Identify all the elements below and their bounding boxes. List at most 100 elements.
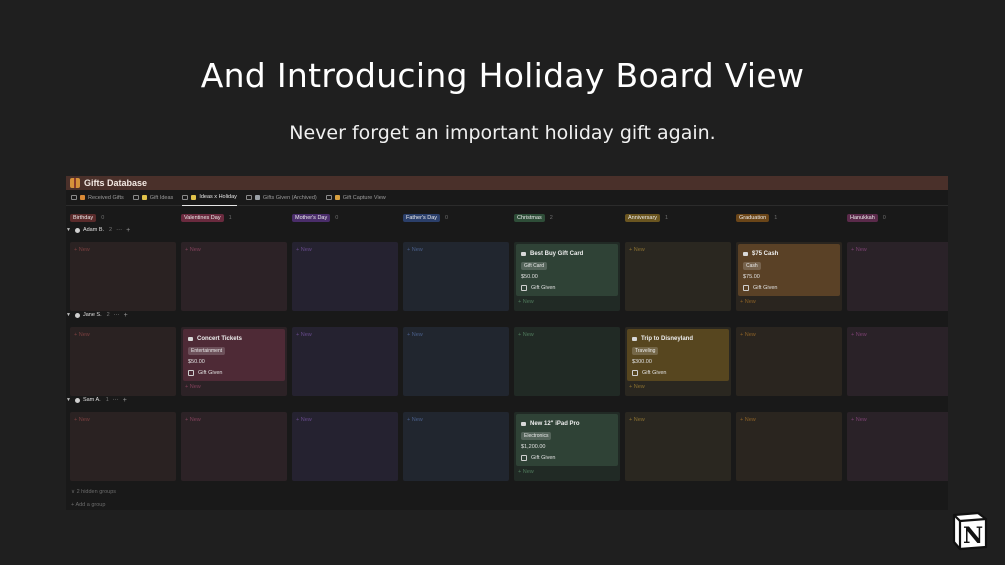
checkbox-icon[interactable] [632,370,638,376]
column-valentines-day[interactable]: Valentines Day 1 [181,213,232,223]
new-label: New [411,332,423,338]
add-icon[interactable]: + [126,227,130,234]
add-icon[interactable]: + [124,312,128,319]
new-card-button[interactable]: + New [296,417,312,423]
gift-given-checkbox[interactable]: Gift Given [188,370,222,376]
checkbox-icon[interactable] [743,285,749,291]
collapse-caret-icon[interactable]: ▼ [66,312,71,318]
column-hanukkah[interactable]: Hanukkah 0 [847,213,886,223]
new-card-button[interactable]: + New [629,384,645,390]
new-card-button[interactable]: + New [185,384,201,390]
checkbox-icon[interactable] [188,370,194,376]
new-card-button[interactable]: + New [296,247,312,253]
new-card-button[interactable]: + New [740,299,756,305]
new-card-button[interactable]: + New [407,247,423,253]
new-card-button[interactable]: + New [851,332,867,338]
view-emoji-icon [141,195,147,200]
gift-price: $1,200.00 [521,444,546,450]
tab-gift-ideas[interactable]: Gift Ideas [132,190,174,206]
gift-given-checkbox[interactable]: Gift Given [521,285,555,291]
card-title: Best Buy Gift Card [521,251,583,257]
gift-given-checkbox[interactable]: Gift Given [743,285,777,291]
board-cell: Concert Tickets Entertainment $50.00 Gift G… [181,327,287,396]
column-birthday[interactable]: Birthday 0 [70,213,104,223]
column-count: 2 [549,215,553,221]
column-count: 0 [445,215,449,221]
table-view-icon [245,195,252,200]
more-options-icon[interactable]: ··· [114,312,120,318]
gift-card[interactable]: Best Buy Gift Card Gift Card $50.00 Gift Gi… [516,244,618,296]
new-card-button[interactable]: + New [629,417,645,423]
tab-label: Gift Ideas [149,194,174,201]
gift-given-checkbox[interactable]: Gift Given [521,455,555,461]
view-emoji-icon [254,195,260,200]
gift-card[interactable]: $75 Cash Cash $75.00 Gift Given [738,244,840,296]
new-card-button[interactable]: + New [74,332,90,338]
card-title: New 12" iPad Pro [521,421,580,427]
group-header[interactable]: ▼ Adam B. 2 ··· + [66,225,130,235]
database-title[interactable]: Gifts Database [84,178,147,188]
new-card-button[interactable]: + New [407,417,423,423]
column-mother-s-day[interactable]: Mother's Day 0 [292,213,338,223]
more-options-icon[interactable]: ··· [116,227,122,233]
column-count: 0 [101,215,105,221]
column-label: Father's Day [403,214,441,222]
card-title: $75 Cash [743,251,778,257]
new-card-button[interactable]: + New [740,417,756,423]
add-icon[interactable]: + [123,397,127,404]
new-label: New [744,299,756,305]
tab-ideas-x-holiday[interactable]: Ideas x Holiday [182,190,237,206]
column-christmas[interactable]: Christmas 2 [514,213,553,223]
gift-card[interactable]: Trip to Disneyland Traveling $300.00 Gift G… [627,329,729,381]
new-card-button[interactable]: + New [851,417,867,423]
group-header[interactable]: ▼ Sam A. 1 ··· + [66,395,127,405]
new-card-button[interactable]: + New [518,332,534,338]
new-card-button[interactable]: + New [296,332,312,338]
new-card-button[interactable]: + New [407,332,423,338]
tab-label: Received Gifts [88,194,124,201]
new-card-button[interactable]: + New [74,247,90,253]
gift-price: $50.00 [188,359,205,365]
column-anniversary[interactable]: Anniversary 1 [625,213,668,223]
new-card-button[interactable]: + New [518,299,534,305]
column-father-s-day[interactable]: Father's Day 0 [403,213,448,223]
group-count: 2 [106,312,110,318]
board-cell: + New [292,412,398,481]
hidden-groups-toggle[interactable]: ∨ 2 hidden groups [71,489,116,495]
new-card-button[interactable]: + New [74,417,90,423]
new-card-button[interactable]: + New [629,247,645,253]
gift-item-icon [521,252,526,256]
board-cell: + New [70,242,176,311]
checkbox-icon[interactable] [521,285,527,291]
board-cell: + New [292,327,398,396]
new-card-button[interactable]: + New [518,469,534,475]
collapse-caret-icon[interactable]: ▼ [66,227,71,233]
more-options-icon[interactable]: ··· [113,397,119,403]
column-count: 0 [335,215,339,221]
new-card-button[interactable]: + New [851,247,867,253]
group-header[interactable]: ▼ Jane S. 2 ··· + [66,310,128,320]
gift-card[interactable]: New 12" iPad Pro Electronics $1,200.00 Gift… [516,414,618,466]
new-card-button[interactable]: + New [740,332,756,338]
gift-price: $50.00 [521,274,538,280]
new-card-button[interactable]: + New [185,417,201,423]
gift-given-checkbox[interactable]: Gift Given [632,370,666,376]
notion-database-window: Gifts Database Received Gifts Gift Ideas I… [66,176,948,510]
new-label: New [633,384,645,390]
collapse-caret-icon[interactable]: ▼ [66,397,71,403]
person-icon [74,312,80,318]
column-graduation[interactable]: Graduation 1 [736,213,777,223]
tab-gifts-given-archived-[interactable]: Gifts Given (Archived) [245,190,317,206]
view-emoji-icon [334,195,340,200]
tab-received-gifts[interactable]: Received Gifts [71,190,124,206]
tab-label: Ideas x Holiday [199,194,237,200]
board-cell: + New [736,412,842,481]
column-label: Birthday [70,214,97,222]
new-label: New [78,332,90,338]
checkbox-icon[interactable] [521,455,527,461]
new-card-button[interactable]: + New [185,247,201,253]
group-count: 1 [105,397,109,403]
tab-gift-capture-view[interactable]: Gift Capture View [325,190,386,206]
gift-card[interactable]: Concert Tickets Entertainment $50.00 Gift G… [183,329,285,381]
add-group-button[interactable]: + Add a group [71,502,105,508]
